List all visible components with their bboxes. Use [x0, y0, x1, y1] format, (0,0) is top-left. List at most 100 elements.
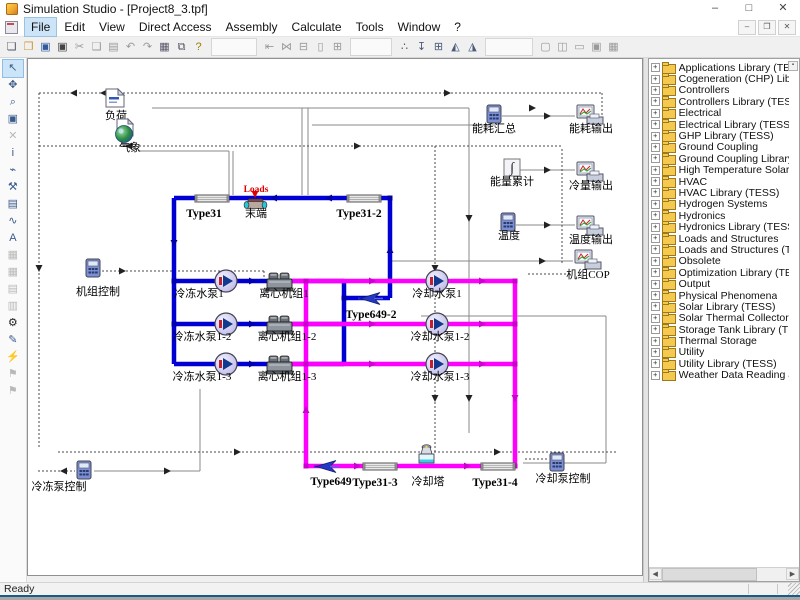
menu-?[interactable]: ? [448, 18, 467, 36]
expand-icon[interactable]: + [651, 359, 660, 368]
resize-grip[interactable] [788, 583, 800, 595]
tree-item-utility[interactable]: +Utility [651, 347, 789, 358]
copy-button[interactable]: ❑ [88, 39, 105, 55]
scroll-left-icon[interactable]: ◀ [649, 568, 662, 580]
open-button[interactable]: ❒ [20, 39, 37, 55]
tree-item-ground-coupling-library-tess[interactable]: +Ground Coupling Library (TESS) [651, 153, 789, 164]
document-icon[interactable] [5, 21, 18, 34]
tree-item-cogeneration-chp-library-tess[interactable]: +Cogeneration (CHP) Library (TESS) [651, 73, 789, 84]
tree-item-optimization-library-tess[interactable]: +Optimization Library (TESS) [651, 267, 789, 278]
settings-tool[interactable]: ⚙ [3, 315, 23, 332]
expand-icon[interactable]: + [651, 86, 660, 95]
arrange-button[interactable]: ▣ [588, 39, 605, 55]
tree-item-high-temperature-solar-tess[interactable]: +High Temperature Solar (TESS) [651, 165, 789, 176]
link-curve-tool[interactable]: ∿ [3, 213, 23, 230]
expand-icon[interactable]: + [651, 200, 660, 209]
expand-icon[interactable]: + [651, 63, 660, 72]
node-load-reader[interactable] [106, 89, 124, 107]
text-tool[interactable]: A [3, 230, 23, 247]
image-tool[interactable]: ▣ [3, 111, 23, 128]
menu-edit[interactable]: Edit [58, 18, 91, 36]
cascade-button[interactable]: ▢ [537, 39, 554, 55]
tree-horizontal-scrollbar[interactable]: ◀ ▶ [649, 567, 799, 581]
maximize-button[interactable]: □ [732, 0, 766, 18]
node-cw-pump-ctrl[interactable] [550, 453, 564, 471]
paste-button[interactable]: ▤ [105, 39, 122, 55]
layer-tool-1[interactable]: ▤ [3, 281, 23, 298]
tree-item-loads-and-structures-tess[interactable]: +Loads and Structures (TESS) [651, 244, 789, 255]
expand-icon[interactable]: + [651, 268, 660, 277]
expand-icon[interactable]: + [651, 109, 660, 118]
expand-icon[interactable]: + [651, 132, 660, 141]
print-preview-button[interactable]: ⧉ [173, 39, 190, 55]
zoom-grid-button[interactable]: ⊞ [329, 39, 346, 55]
tree-item-hydronics[interactable]: +Hydronics [651, 210, 789, 221]
grid-tool-1[interactable]: ▦ [3, 247, 23, 264]
tree-item-output[interactable]: +Output [651, 278, 789, 289]
minimize-button[interactable]: – [698, 0, 732, 18]
tree-item-solar-thermal-collectors[interactable]: +Solar Thermal Collectors [651, 313, 789, 324]
menu-tools[interactable]: Tools [350, 18, 390, 36]
tree-item-ghp-library-tess[interactable]: +GHP Library (TESS) [651, 130, 789, 141]
node-temperature[interactable] [501, 213, 515, 231]
flag-tool-2[interactable]: ⚑ [3, 383, 23, 400]
save-all-button[interactable]: ▣ [54, 39, 71, 55]
tree-item-electrical-library-tess[interactable]: +Electrical Library (TESS) [651, 119, 789, 130]
menu-window[interactable]: Window [392, 18, 447, 36]
tree-item-hydrogen-systems[interactable]: +Hydrogen Systems [651, 199, 789, 210]
node-energy-acc[interactable] [504, 159, 520, 176]
save-button[interactable]: ▣ [37, 39, 54, 55]
expand-icon[interactable]: + [651, 177, 660, 186]
wrench-tool[interactable]: ⚒ [3, 179, 23, 196]
cooling-water-pipes[interactable] [292, 281, 515, 466]
node-cooling-out[interactable] [577, 162, 603, 181]
expand-icon[interactable]: + [651, 302, 660, 311]
cut-button[interactable]: ✂ [71, 39, 88, 55]
expand-icon[interactable]: + [651, 75, 660, 84]
node-type649-2[interactable] [358, 293, 383, 305]
menu-file[interactable]: File [25, 18, 56, 36]
menu-calculate[interactable]: Calculate [286, 18, 348, 36]
layer-tool-2[interactable]: ▥ [3, 298, 23, 315]
menu-assembly[interactable]: Assembly [220, 18, 284, 36]
move-down-button[interactable]: ↧ [413, 39, 430, 55]
node-type31-4[interactable] [481, 463, 515, 470]
expand-icon[interactable]: + [651, 120, 660, 129]
expand-icon[interactable]: + [651, 291, 660, 300]
tree-item-physical-phenomena[interactable]: +Physical Phenomena [651, 290, 789, 301]
node-type649[interactable] [314, 461, 339, 473]
node-unit-control[interactable] [86, 259, 100, 277]
node-energy-out[interactable] [577, 105, 603, 124]
tree-item-solar-library-tess[interactable]: +Solar Library (TESS) [651, 301, 789, 312]
close-button[interactable]: ✕ [766, 0, 800, 18]
print-button[interactable]: ▦ [156, 39, 173, 55]
select-tool[interactable]: ↖ [3, 60, 23, 77]
tree-item-controllers-library-tess[interactable]: +Controllers Library (TESS) [651, 96, 789, 107]
delete-tool[interactable]: ✕ [3, 128, 23, 145]
expand-icon[interactable]: + [651, 257, 660, 266]
expand-icon[interactable]: + [651, 337, 660, 346]
ink-button[interactable]: ◭ [447, 39, 464, 55]
tree-item-loads-and-structures[interactable]: +Loads and Structures [651, 233, 789, 244]
child-minimize-button[interactable]: – [738, 20, 756, 35]
tree-item-hvac-library-tess[interactable]: +HVAC Library (TESS) [651, 187, 789, 198]
tree-item-applications-library-tess[interactable]: +Applications Library (TESS) [651, 62, 789, 73]
expand-icon[interactable]: + [651, 348, 660, 357]
zoom-out-button[interactable]: ⊟ [295, 39, 312, 55]
pan-tool[interactable]: ✥ [3, 77, 23, 94]
tree-item-ground-coupling[interactable]: +Ground Coupling [651, 142, 789, 153]
zoom-select-button[interactable]: ⋈ [278, 39, 295, 55]
help-button[interactable]: ? [190, 39, 207, 55]
grid-tool-2[interactable]: ▦ [3, 264, 23, 281]
node-type31-3[interactable] [363, 463, 397, 470]
node-energy-sum[interactable] [487, 105, 501, 123]
stamp-tool[interactable]: ▤ [3, 196, 23, 213]
plot-button[interactable]: ◮ [464, 39, 481, 55]
node-temp-out[interactable] [577, 216, 603, 235]
expand-icon[interactable]: + [651, 371, 660, 380]
tree-item-hydronics-library-tess[interactable]: +Hydronics Library (TESS) [651, 221, 789, 232]
flag-tool-1[interactable]: ⚑ [3, 366, 23, 383]
node-weather[interactable] [115, 119, 133, 143]
zoom-tool[interactable]: ⌕ [3, 94, 23, 111]
menu-view[interactable]: View [93, 18, 131, 36]
